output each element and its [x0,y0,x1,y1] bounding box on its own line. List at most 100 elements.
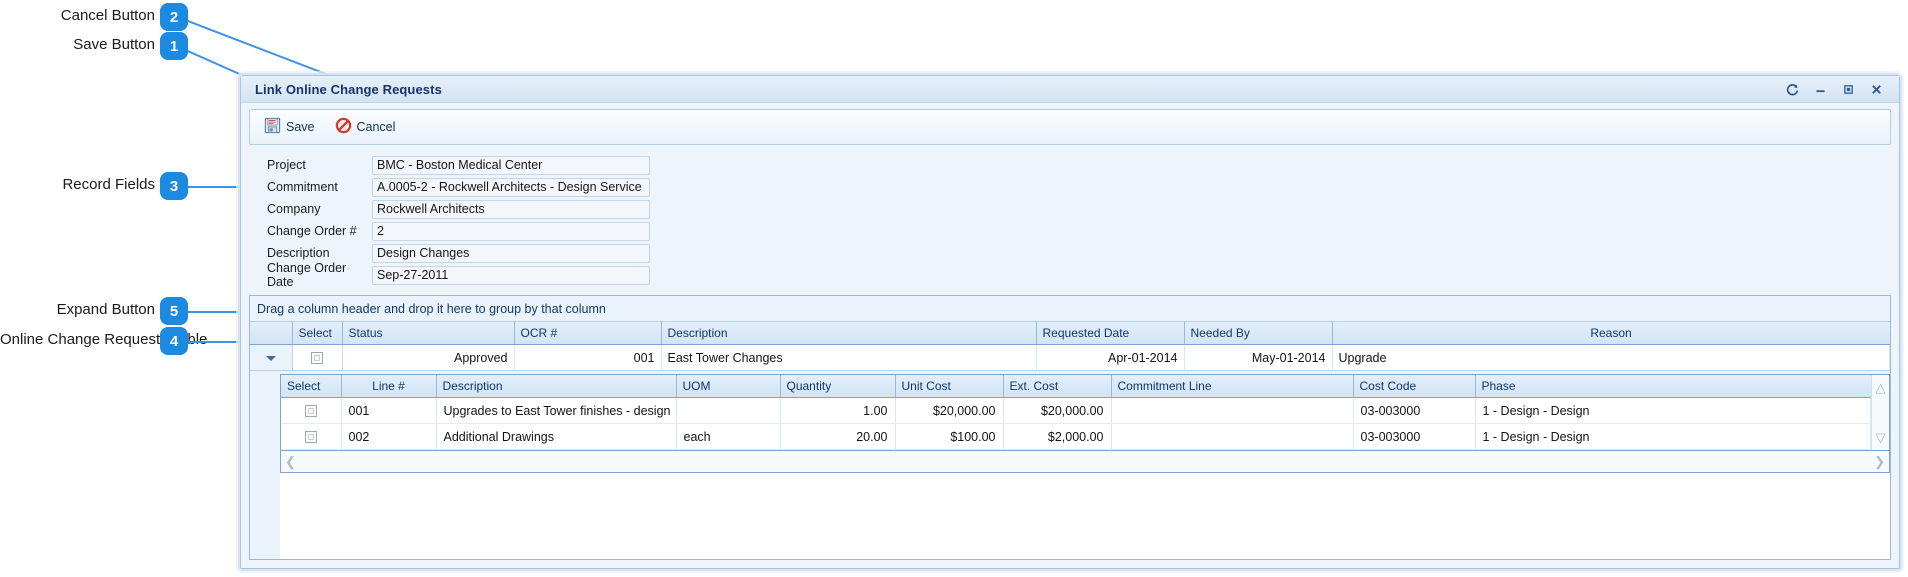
project-field[interactable]: BMC - Boston Medical Center [372,155,650,175]
detail-row-select-cell[interactable] [281,397,342,424]
detail-horizontal-scrollbar[interactable]: ❮ ❯ [280,451,1890,473]
outer-col-ocr-number[interactable]: OCR # [514,322,662,345]
detail-cell-ext-cost: $20,000.00 [1003,397,1112,424]
window-controls [1779,79,1895,99]
row-select-cell[interactable] [292,344,343,371]
cell-ocr-number: 001 [514,344,662,371]
close-icon[interactable] [1863,79,1889,99]
minimize-icon[interactable] [1807,79,1833,99]
callout-leader-line-5 [188,311,248,313]
field-row-change-order-number: Change Order # 2 [267,220,1891,242]
detail-cell-commitment-line [1111,397,1354,424]
online-change-requests-table: Drag a column header and drop it here to… [249,295,1891,560]
outer-col-expander[interactable] [250,322,293,345]
detail-col-phase[interactable]: Phase [1475,375,1871,398]
cell-status: Approved [342,344,515,371]
outer-col-status[interactable]: Status [342,322,515,345]
save-button-label: Save [286,120,315,134]
expand-button[interactable] [250,344,293,371]
cancel-button[interactable]: Cancel [325,112,406,142]
outer-col-select[interactable]: Select [292,322,343,345]
callout-badge-1: 1 [160,32,188,60]
cell-description: East Tower Changes [661,344,1037,371]
detail-vertical-scrollbar[interactable]: △ ▽ [1871,375,1889,450]
group-by-drop-area[interactable]: Drag a column header and drop it here to… [250,296,1890,322]
detail-cell-description: Upgrades to East Tower finishes - design [436,397,677,424]
record-fields: Project BMC - Boston Medical Center Comm… [249,145,1891,293]
detail-cell-description: Additional Drawings [436,423,677,450]
cancel-icon [335,117,352,137]
detail-col-select[interactable]: Select [281,375,342,398]
detail-row-select-cell[interactable] [281,423,342,450]
detail-cell-commitment-line [1111,423,1354,450]
callout-leader-line-3 [188,186,246,188]
field-row-project: Project BMC - Boston Medical Center [267,154,1891,176]
field-row-company: Company Rockwell Architects [267,198,1891,220]
outer-col-needed-by[interactable]: Needed By [1184,322,1333,345]
toolbar: Save Cancel [249,109,1891,145]
detail-cell-cost-code: 03-003000 [1353,423,1476,450]
callout-label-expand-button: Expand Button [56,301,155,318]
detail-col-cost-code[interactable]: Cost Code [1353,375,1476,398]
company-field[interactable]: Rockwell Architects [372,199,650,219]
detail-cell-ext-cost: $2,000.00 [1003,423,1112,450]
field-label-commitment: Commitment [267,180,338,194]
outer-col-description[interactable]: Description [661,322,1037,345]
list-item[interactable]: 001 Upgrades to East Tower finishes - de… [281,397,1871,424]
window-title-bar: Link Online Change Requests [241,76,1899,103]
detail-col-ext-cost[interactable]: Ext. Cost [1003,375,1112,398]
table-row[interactable]: Approved 001 East Tower Changes Apr-01-2… [250,344,1890,371]
outer-grid-header-row: Select Status OCR # Description Requeste… [250,322,1890,345]
outer-col-reason[interactable]: Reason [1332,322,1890,345]
detail-grid-header-row: Select Line # Description UOM Quantity U… [281,375,1871,398]
detail-col-unit-cost[interactable]: Unit Cost [895,375,1004,398]
chevron-down-icon [265,355,276,361]
field-row-change-order-date: Change Order Date Sep-27-2011 [267,261,1891,289]
scroll-down-icon[interactable]: ▽ [1876,425,1886,450]
detail-cell-quantity: 1.00 [780,397,896,424]
change-order-number-field[interactable]: 2 [372,221,650,241]
window-title: Link Online Change Requests [255,81,442,97]
detail-col-commitment-line[interactable]: Commitment Line [1111,375,1354,398]
scroll-up-icon[interactable]: △ [1876,375,1886,400]
detail-grid: Select Line # Description UOM Quantity U… [280,374,1890,451]
refresh-icon[interactable] [1779,79,1805,99]
detail-row-checkbox[interactable] [304,431,317,444]
detail-cell-cost-code: 03-003000 [1353,397,1476,424]
list-item[interactable]: 002 Additional Drawings each 20.00 $100.… [281,423,1871,450]
callout-badge-3: 3 [160,172,188,200]
save-button[interactable]: Save [254,112,325,142]
field-label-description: Description [267,246,330,260]
detail-cell-phase: 1 - Design - Design [1475,423,1871,450]
link-online-change-requests-window: Link Online Change Requests Save Cancel … [240,75,1900,569]
detail-cell-uom [676,397,781,424]
callout-badge-2: 2 [160,3,188,31]
detail-col-description[interactable]: Description [436,375,677,398]
callout-label-online-change-requests-table: Online Change Requests Table [0,331,208,348]
outer-col-requested-date[interactable]: Requested Date [1036,322,1185,345]
row-checkbox[interactable] [311,352,323,365]
cell-reason: Upgrade [1332,344,1890,371]
field-label-company: Company [267,202,321,216]
scroll-right-icon[interactable]: ❯ [1874,455,1885,468]
description-field[interactable]: Design Changes [372,243,650,263]
field-label-project: Project [267,158,306,172]
detail-col-quantity[interactable]: Quantity [780,375,896,398]
detail-cell-phase: 1 - Design - Design [1475,397,1871,424]
maximize-icon[interactable] [1835,79,1861,99]
change-order-date-field[interactable]: Sep-27-2011 [372,265,650,285]
callout-label-save-button: Save Button [73,36,155,53]
detail-row-checkbox[interactable] [304,405,317,418]
detail-cell-line-number: 001 [341,397,437,424]
field-row-description: Description Design Changes [267,242,1891,264]
detail-col-line-number[interactable]: Line # [341,375,437,398]
commitment-field[interactable]: A.0005-2 - Rockwell Architects - Design … [372,177,650,197]
field-label-change-order-date: Change Order Date [267,261,347,289]
detail-cell-unit-cost: $100.00 [895,423,1004,450]
window-body: Save Cancel Project BMC - Boston Medical… [241,103,1899,568]
detail-cell-unit-cost: $20,000.00 [895,397,1004,424]
detail-col-uom[interactable]: UOM [676,375,781,398]
outer-grid: Select Status OCR # Description Requeste… [250,322,1890,371]
detail-grid-table: Select Line # Description UOM Quantity U… [281,375,1871,450]
scroll-left-icon[interactable]: ❮ [285,455,296,468]
